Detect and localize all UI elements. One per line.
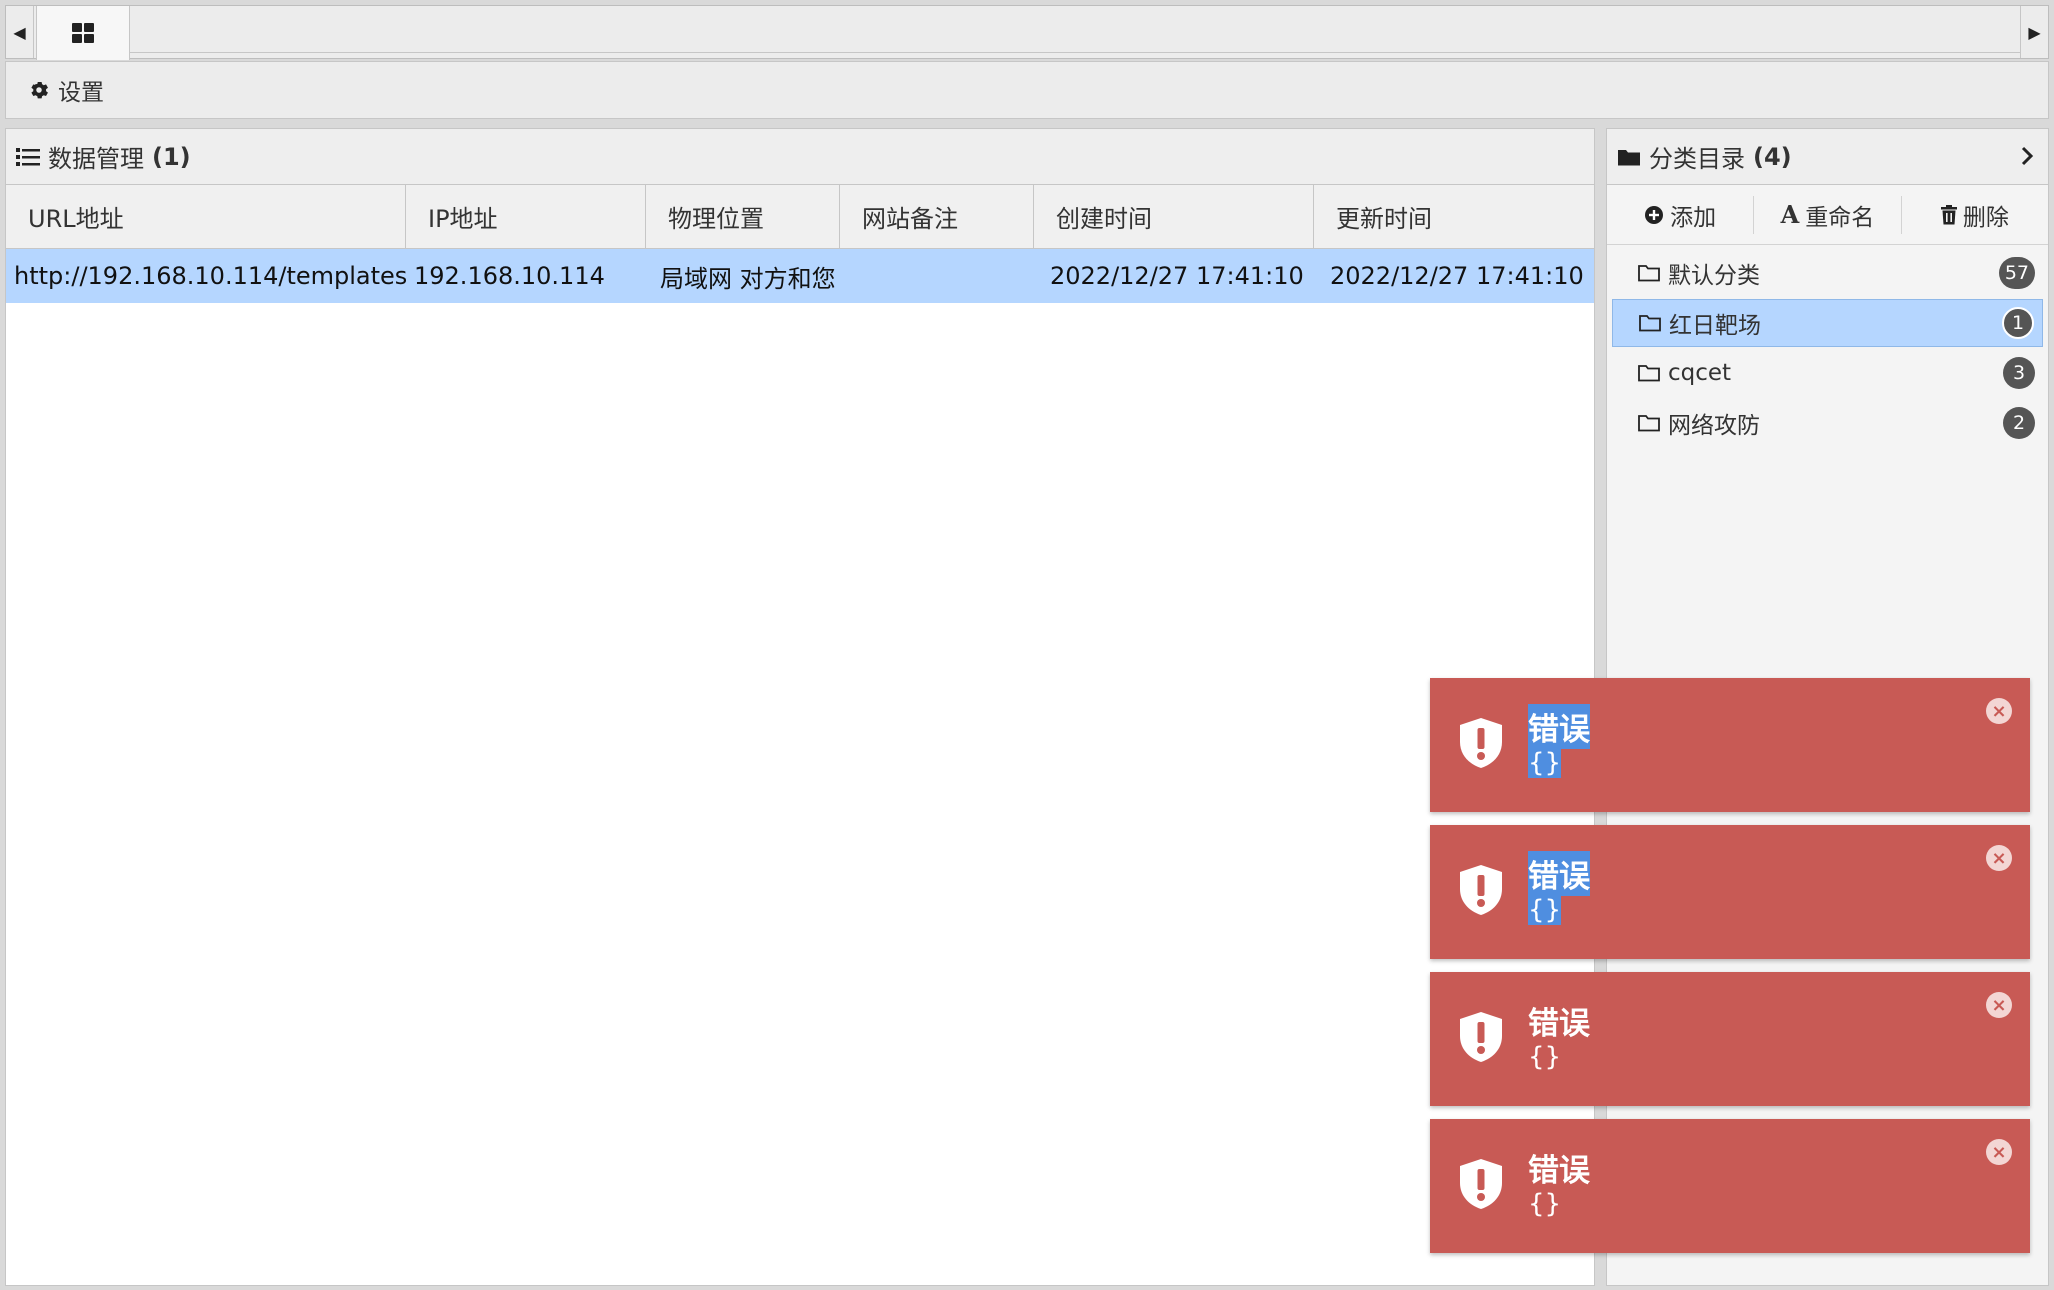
tab-scroll-left-button[interactable]: ◀: [6, 6, 34, 58]
error-toast: 错误 {} ×: [1430, 678, 2030, 812]
close-icon[interactable]: ×: [1986, 1139, 2012, 1165]
toolbar: 设置: [5, 61, 2049, 119]
toast-message: {}: [1528, 1042, 1562, 1072]
close-icon[interactable]: ×: [1986, 698, 2012, 724]
count-badge: 2: [2003, 407, 2035, 439]
category-label: 红日靶场: [1669, 313, 1761, 339]
rename-label: 重命名: [1805, 204, 1875, 231]
column-url[interactable]: URL地址: [6, 185, 406, 248]
toast-title: 错误: [1528, 1153, 1590, 1189]
caret-right-icon: ▶: [2028, 22, 2041, 42]
cell-location: 局域网 对方和您: [660, 264, 836, 293]
error-toast: 错误 {} ×: [1430, 1119, 2030, 1253]
column-updated[interactable]: 更新时间: [1314, 185, 1594, 248]
category-panel-header: 分类目录 (4): [1607, 129, 2048, 185]
toast-title: 错误: [1528, 704, 1590, 749]
column-created[interactable]: 创建时间: [1034, 185, 1314, 248]
folder-outline-icon: [1639, 315, 1661, 332]
toast-title: 错误: [1528, 1006, 1590, 1042]
count-badge: 3: [2003, 357, 2035, 389]
category-item-network[interactable]: 网络攻防 2: [1612, 399, 2043, 447]
close-icon[interactable]: ×: [1986, 845, 2012, 871]
cell-updated: 2022/12/27 17:41:10: [1330, 262, 1584, 290]
category-item-default[interactable]: 默认分类 57: [1612, 249, 2043, 297]
grid-icon: [72, 23, 94, 43]
settings-label: 设置: [58, 80, 104, 106]
tab-strip: ◀ ▶: [5, 5, 2049, 60]
delete-category-button[interactable]: 删除: [1902, 196, 2048, 234]
caret-left-icon: ◀: [13, 22, 26, 42]
close-icon[interactable]: ×: [1986, 992, 2012, 1018]
category-panel-title: 分类目录: [1649, 145, 1745, 173]
category-panel-count: (4): [1753, 142, 1792, 171]
category-label: 默认分类: [1668, 263, 1760, 289]
toast-message: {}: [1528, 748, 1562, 778]
settings-button[interactable]: 设置: [28, 73, 104, 107]
category-item-cqcet[interactable]: cqcet 3: [1612, 349, 2043, 397]
list-icon: [16, 147, 40, 167]
tab-scroll-right-button[interactable]: ▶: [2020, 6, 2048, 58]
column-ip[interactable]: IP地址: [406, 185, 646, 248]
category-item-hongri[interactable]: 红日靶场 1: [1612, 299, 2043, 347]
folder-outline-icon: [1638, 365, 1660, 382]
font-icon: A: [1780, 200, 1800, 229]
shield-alert-icon: [1460, 1159, 1502, 1209]
tab-divider: [130, 52, 2020, 53]
trash-icon: [1940, 204, 1957, 224]
count-badge: 57: [1998, 257, 2035, 289]
category-label: cqcet: [1668, 360, 1732, 386]
data-panel-title: 数据管理: [48, 145, 144, 173]
error-toast: 错误 {} ×: [1430, 972, 2030, 1106]
toast-title: 错误: [1528, 851, 1590, 896]
column-note[interactable]: 网站备注: [840, 185, 1034, 248]
plus-circle-icon: [1645, 205, 1664, 224]
cell-ip: 192.168.10.114: [414, 262, 605, 290]
data-panel-header: 数据管理 (1): [6, 129, 1594, 185]
folder-icon: [1617, 147, 1641, 167]
count-badge: 1: [2002, 307, 2034, 339]
category-list: 默认分类 57 红日靶场 1 cqcet 3 网络攻防 2: [1607, 245, 2048, 447]
add-category-button[interactable]: 添加: [1607, 195, 1755, 234]
cell-url: http://192.168.10.114/templates/l: [14, 262, 406, 290]
shield-alert-icon: [1460, 865, 1502, 915]
cell-note: [840, 249, 1034, 303]
delete-label: 删除: [1962, 204, 2009, 231]
folder-outline-icon: [1638, 415, 1660, 432]
error-toast: 错误 {} ×: [1430, 825, 2030, 959]
grid-header: URL地址 IP地址 物理位置 网站备注 创建时间 更新时间: [6, 185, 1594, 249]
table-row[interactable]: http://192.168.10.114/templates/l 192.16…: [6, 249, 1594, 303]
add-label: 添加: [1670, 204, 1717, 231]
toast-message: {}: [1528, 895, 1562, 925]
rename-category-button[interactable]: A 重命名: [1754, 195, 1902, 234]
category-toolbar: 添加 A 重命名 删除: [1607, 185, 2048, 245]
column-location[interactable]: 物理位置: [646, 185, 840, 248]
gear-icon: [31, 82, 48, 99]
shield-alert-icon: [1460, 1012, 1502, 1062]
chevron-right-icon[interactable]: [2020, 145, 2034, 173]
category-label: 网络攻防: [1668, 413, 1760, 439]
data-panel-count: (1): [152, 142, 191, 171]
tab-home[interactable]: [36, 6, 130, 60]
cell-created: 2022/12/27 17:41:10: [1050, 262, 1304, 290]
shield-alert-icon: [1460, 718, 1502, 768]
toast-message: {}: [1528, 1189, 1562, 1219]
folder-outline-icon: [1638, 265, 1660, 282]
data-management-panel: 数据管理 (1) URL地址 IP地址 物理位置 网站备注 创建时间 更新时间 …: [5, 128, 1595, 1286]
